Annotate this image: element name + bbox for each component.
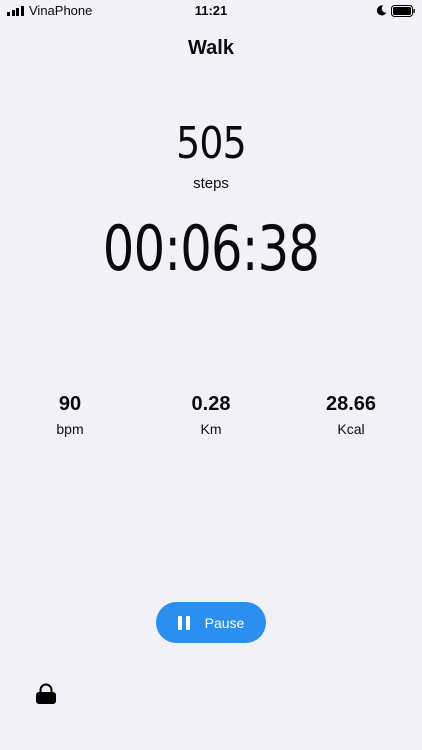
calories-value: 28.66 <box>325 393 377 415</box>
steps-label: steps <box>193 175 229 192</box>
pause-button[interactable]: Pause <box>156 602 266 643</box>
battery-icon <box>391 5 415 17</box>
stat-distance: 0.28 Km <box>151 390 271 438</box>
calories-unit: Kcal <box>337 421 365 437</box>
distance-value: 0.28 <box>191 393 231 415</box>
pause-icon <box>177 615 190 630</box>
moon-icon <box>376 5 387 16</box>
heart-rate-unit: bpm <box>56 421 84 437</box>
steps-count: 505 <box>176 118 247 169</box>
elapsed-timer: 00:06:38 <box>102 212 320 285</box>
stat-heart-rate: 90 bpm <box>10 390 130 438</box>
status-time: 11:21 <box>194 3 228 18</box>
stat-calories: 28.66 Kcal <box>291 390 411 438</box>
status-bar: VinaPhone 11:21 <box>0 0 422 22</box>
lock-icon[interactable] <box>34 682 58 706</box>
heart-rate-value: 90 <box>58 393 82 415</box>
stats-row: 90 bpm 0.28 Km 28.66 Kcal <box>0 390 422 450</box>
page-title: Walk <box>188 37 234 59</box>
distance-unit: Km <box>200 421 222 437</box>
pause-button-label: Pause <box>204 614 245 631</box>
